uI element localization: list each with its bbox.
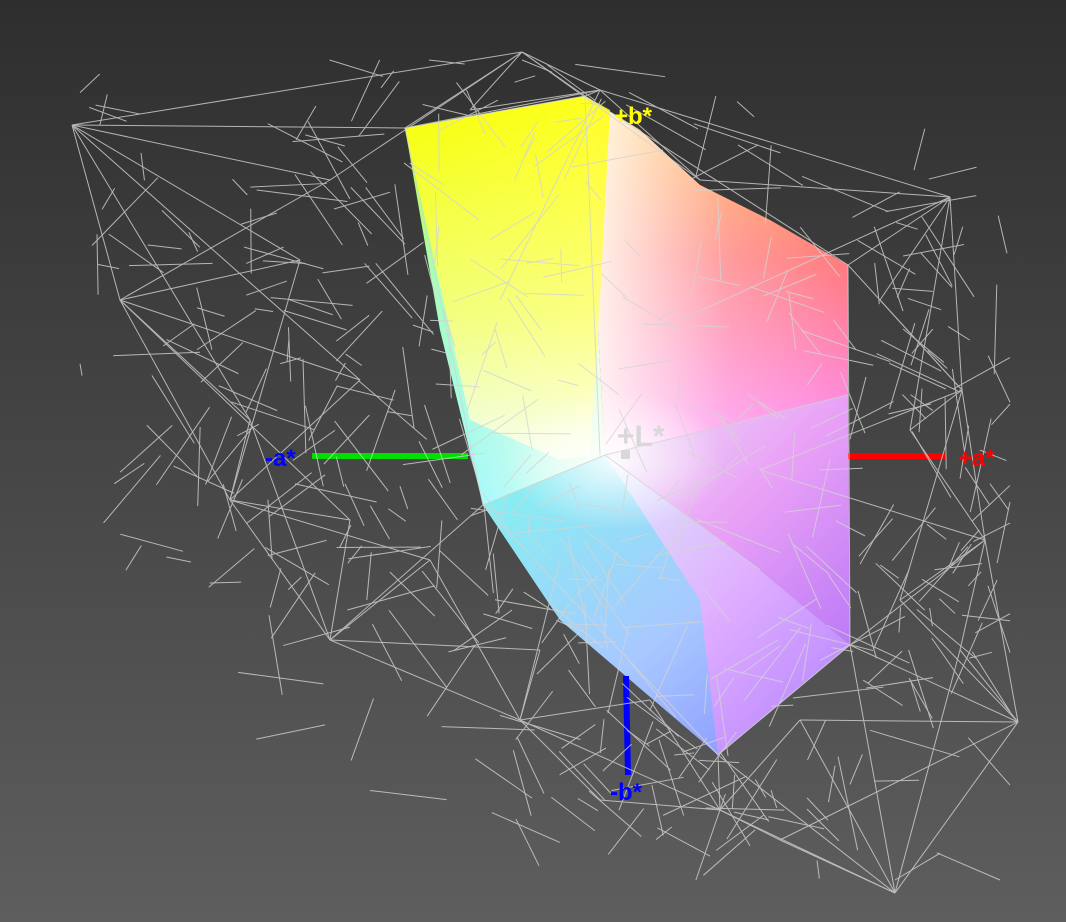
plus-b-axis-label: +b* xyxy=(614,103,653,130)
plus-l-axis-label: +L* xyxy=(617,420,665,453)
gamut-view: +b* -b* +a* -a* +L* xyxy=(0,0,1066,922)
gamut-3d-canvas[interactable]: +b* -b* +a* -a* +L* xyxy=(0,0,1066,922)
minus-b-axis-label: -b* xyxy=(610,779,643,806)
plus-a-axis-label: +a* xyxy=(958,445,995,472)
minus-b-axis-line xyxy=(623,675,631,776)
minus-a-axis-label: -a* xyxy=(265,445,296,472)
white-point-glow xyxy=(505,390,725,530)
